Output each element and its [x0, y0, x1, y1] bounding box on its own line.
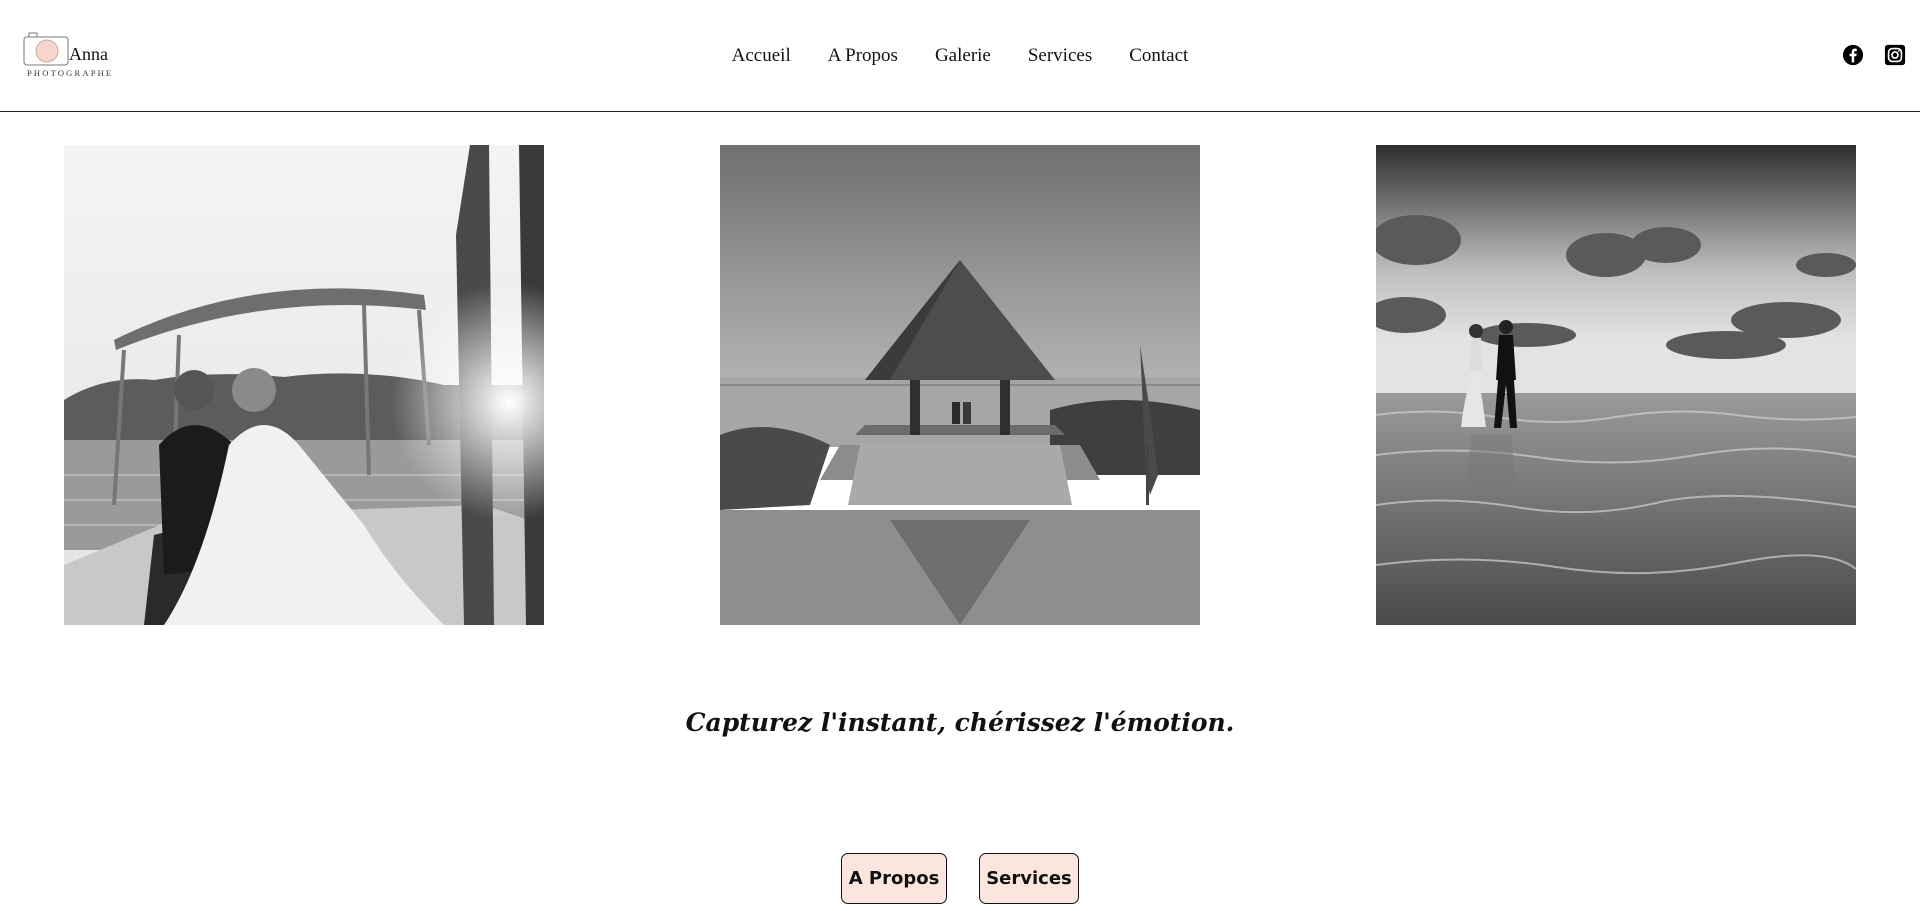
instagram-icon[interactable]: [1884, 44, 1906, 66]
nav-item-contact[interactable]: Contact: [1129, 45, 1188, 67]
nav-item-accueil[interactable]: Accueil: [732, 45, 791, 67]
brand-name: Anna: [69, 44, 108, 64]
nav-item-a-propos[interactable]: A Propos: [828, 45, 898, 67]
facebook-icon[interactable]: [1842, 44, 1864, 66]
sea-couple-image: [1376, 145, 1856, 625]
nav-item-services[interactable]: Services: [1028, 45, 1092, 67]
about-button[interactable]: A Propos: [841, 853, 947, 904]
site-header: Anna PHOTOGRAPHE Accueil A Propos Galeri…: [0, 0, 1920, 112]
services-button[interactable]: Services: [979, 853, 1079, 904]
boat-couple-image: [64, 145, 544, 625]
gallery-photo-boat[interactable]: [64, 145, 544, 625]
hero-tagline: Capturez l'instant, chérissez l'émotion.: [685, 708, 1235, 737]
brand-logo[interactable]: Anna PHOTOGRAPHE: [23, 30, 123, 82]
brand-subtitle: PHOTOGRAPHE: [27, 68, 114, 78]
main-nav: Accueil A Propos Galerie Services Contac…: [0, 0, 1920, 112]
nav-item-galerie[interactable]: Galerie: [935, 45, 991, 67]
camera-logo-icon: [23, 32, 69, 66]
gallery-photo-sea[interactable]: [1376, 145, 1856, 625]
gazebo-couple-image: [720, 145, 1200, 625]
gallery-photo-gazebo[interactable]: [720, 145, 1200, 625]
